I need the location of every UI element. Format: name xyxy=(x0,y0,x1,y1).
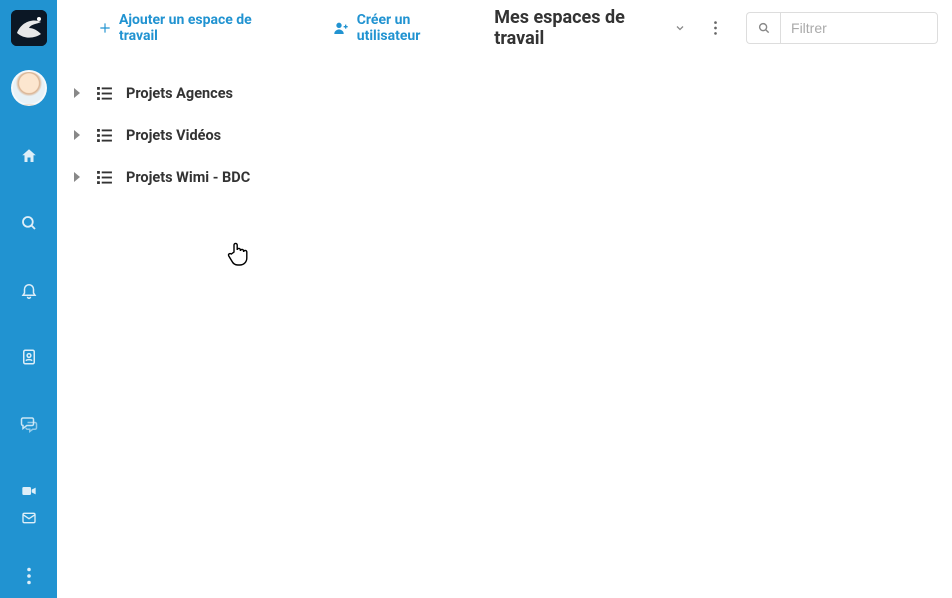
user-avatar[interactable] xyxy=(11,70,47,106)
search-button[interactable] xyxy=(746,12,780,44)
tree-item[interactable]: Projets Wimi - BDC xyxy=(71,156,938,198)
create-user-button[interactable]: Créer un utilisateur xyxy=(326,8,473,48)
create-user-label: Créer un utilisateur xyxy=(357,12,467,44)
search-icon[interactable] xyxy=(17,211,41,235)
contacts-icon[interactable] xyxy=(17,345,41,369)
tree-item-label: Projets Vidéos xyxy=(126,127,221,144)
user-plus-icon xyxy=(332,20,350,36)
video-icon[interactable] xyxy=(17,479,41,503)
tree-item[interactable]: Projets Agences xyxy=(71,72,938,114)
left-sidebar xyxy=(0,0,57,598)
more-vertical-icon xyxy=(713,20,718,36)
main-area: Ajouter un espace de travail Créer un ut… xyxy=(57,0,952,598)
chat-icon[interactable] xyxy=(17,412,41,436)
caret-right-icon xyxy=(73,130,83,140)
search-box xyxy=(746,12,938,44)
more-vertical-icon[interactable] xyxy=(17,564,41,588)
list-icon xyxy=(97,87,112,100)
sidebar-nav xyxy=(17,144,41,506)
list-icon xyxy=(97,171,112,184)
caret-right-icon xyxy=(73,172,83,182)
workspace-dropdown-label: Mes espaces de travail xyxy=(494,7,664,49)
header-bar: Ajouter un espace de travail Créer un ut… xyxy=(57,0,952,56)
header-more-button[interactable] xyxy=(702,20,728,36)
caret-right-icon xyxy=(73,88,83,98)
list-icon xyxy=(97,129,112,142)
tree-item[interactable]: Projets Vidéos xyxy=(71,114,938,156)
add-workspace-label: Ajouter un espace de travail xyxy=(119,12,280,44)
tree-item-label: Projets Wimi - BDC xyxy=(126,169,250,186)
home-icon[interactable] xyxy=(17,144,41,168)
app-logo[interactable] xyxy=(11,10,47,46)
globe-logo-icon xyxy=(11,10,47,46)
workspace-dropdown[interactable]: Mes espaces de travail xyxy=(494,7,686,49)
sidebar-bottom xyxy=(17,506,41,588)
mail-icon[interactable] xyxy=(17,506,41,530)
add-workspace-button[interactable]: Ajouter un espace de travail xyxy=(92,8,286,48)
bell-icon[interactable] xyxy=(17,278,41,302)
filter-input[interactable] xyxy=(780,12,938,44)
chevron-down-icon xyxy=(674,22,686,34)
plus-icon xyxy=(98,21,112,35)
search-icon xyxy=(757,21,771,35)
workspace-tree: Projets Agences Projets Vidéos Projets W… xyxy=(57,56,952,214)
tree-item-label: Projets Agences xyxy=(126,85,233,102)
